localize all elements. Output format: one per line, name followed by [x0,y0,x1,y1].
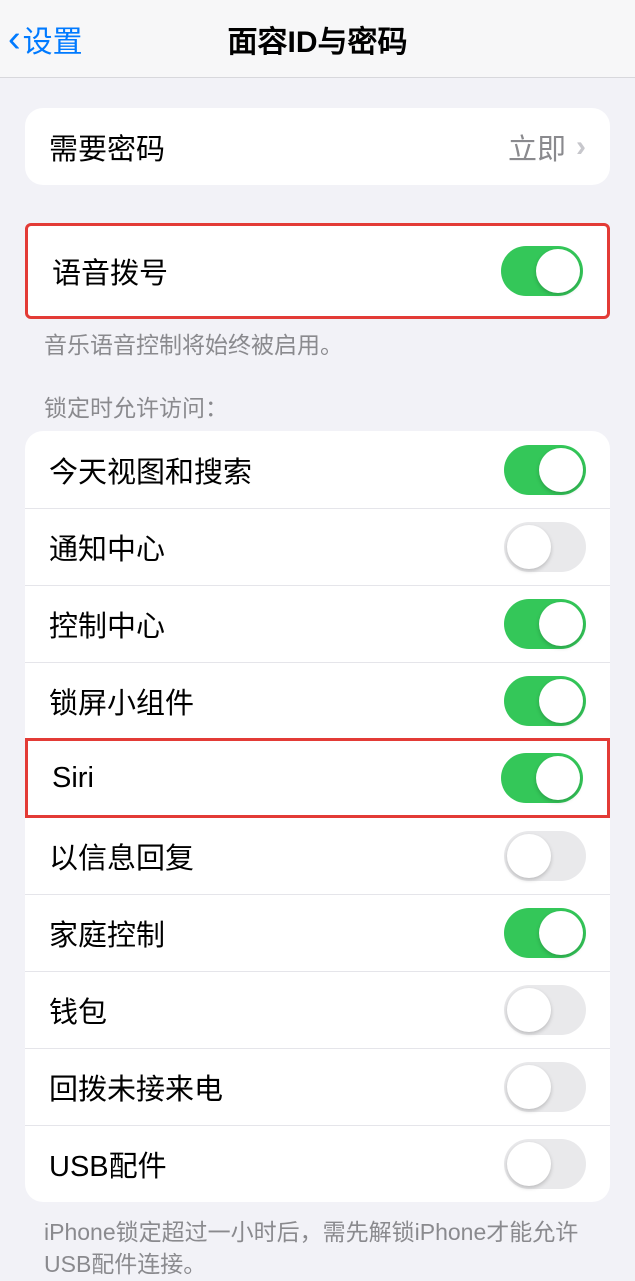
toggle-locked-item[interactable] [504,676,586,726]
toggle-locked-item[interactable] [504,1062,586,1112]
row-locked-item: 锁屏小组件 [25,662,610,739]
locked-access-footer: iPhone锁定超过一小时后，需先解锁iPhone才能允许USB配件连接。 [44,1216,591,1280]
chevron-right-icon: › [576,130,586,164]
row-label: 语音拨号 [52,250,168,292]
group-voice-dial: 语音拨号 [25,223,610,319]
row-value: 立即 [508,126,566,168]
row-label: 需要密码 [49,126,165,168]
toggle-voice-dial[interactable] [501,246,583,296]
row-label: 回拨未接来电 [49,1066,223,1108]
nav-bar: ‹ 设置 面容ID与密码 [0,0,635,78]
row-label: 锁屏小组件 [49,680,194,722]
page-title: 面容ID与密码 [0,17,635,61]
row-require-passcode[interactable]: 需要密码 立即 › [25,108,610,185]
row-voice-dial: 语音拨号 [28,226,607,316]
row-locked-item: 回拨未接来电 [25,1048,610,1125]
back-label: 设置 [23,17,83,61]
row-label: 钱包 [49,989,107,1031]
row-label: 家庭控制 [49,912,165,954]
row-locked-item: 通知中心 [25,508,610,585]
row-locked-item: 以信息回复 [25,817,610,894]
toggle-locked-item[interactable] [501,753,583,803]
back-button[interactable]: ‹ 设置 [8,17,83,61]
row-locked-item: USB配件 [25,1125,610,1202]
toggle-locked-item[interactable] [504,831,586,881]
row-label: Siri [52,762,94,795]
row-locked-item: 家庭控制 [25,894,610,971]
row-label: 以信息回复 [49,835,194,877]
row-locked-item: Siri [25,738,610,818]
row-label: USB配件 [49,1143,167,1185]
row-label: 通知中心 [49,526,165,568]
row-locked-item: 今天视图和搜索 [25,431,610,508]
chevron-left-icon: ‹ [8,20,21,58]
toggle-locked-item[interactable] [504,445,586,495]
toggle-locked-item[interactable] [504,599,586,649]
row-label: 今天视图和搜索 [49,449,252,491]
row-locked-item: 控制中心 [25,585,610,662]
toggle-locked-item[interactable] [504,1139,586,1189]
group-locked-access: 今天视图和搜索通知中心控制中心锁屏小组件 Siri 以信息回复家庭控制钱包回拨未接来… [25,431,610,1202]
toggle-locked-item[interactable] [504,522,586,572]
row-locked-item: 钱包 [25,971,610,1048]
locked-access-header: 锁定时允许访问： [44,389,591,423]
row-label: 控制中心 [49,603,165,645]
toggle-locked-item[interactable] [504,985,586,1035]
group-passcode: 需要密码 立即 › [25,108,610,185]
toggle-locked-item[interactable] [504,908,586,958]
voice-dial-footer: 音乐语音控制将始终被启用。 [44,329,591,361]
